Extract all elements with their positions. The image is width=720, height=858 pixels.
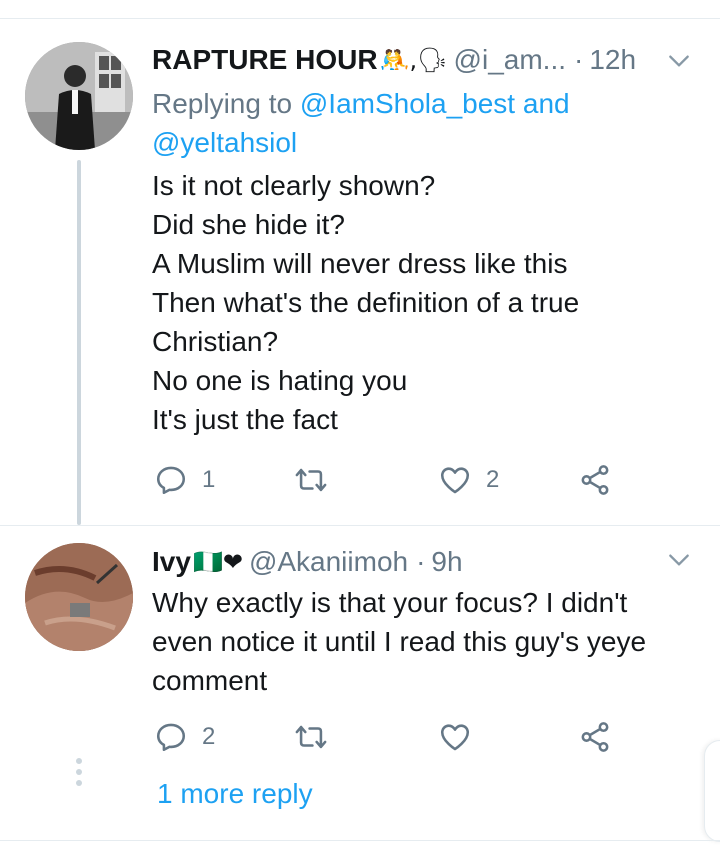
handle[interactable]: @i_am... — [454, 44, 566, 76]
tweet-line: Why exactly is that your focus? I didn't… — [152, 587, 647, 696]
avatar-image — [25, 543, 133, 651]
like-button[interactable] — [438, 717, 486, 757]
avatar[interactable] — [25, 42, 133, 150]
share-button[interactable] — [578, 717, 612, 757]
tweet-header: Ivy 🇳🇬❤ @Akaniimoh · 9h — [152, 542, 463, 582]
tweet-line: A Muslim will never dress like this — [152, 248, 568, 279]
chevron-down-icon[interactable] — [666, 48, 692, 74]
like-count: 2 — [486, 466, 500, 493]
retweet-icon — [295, 725, 327, 749]
tweet-rapture-hour[interactable]: RAPTURE HOUR 🤼,🗣 @i_am... · 12h Replying… — [0, 20, 720, 525]
more-replies-link[interactable]: 1 more reply — [157, 778, 313, 810]
thread-line — [77, 160, 81, 525]
tweet-text: Is it not clearly shown? Did she hide it… — [152, 166, 672, 439]
thread-continuation-dots — [76, 758, 82, 791]
share-icon — [581, 722, 609, 752]
reply-button[interactable]: 2 — [154, 717, 215, 757]
tweet-line: Then what's the definition of a true Chr… — [152, 287, 580, 357]
reply-icon — [156, 723, 186, 752]
chevron-down-icon[interactable] — [666, 547, 692, 573]
like-button[interactable]: 2 — [438, 460, 499, 500]
action-bar: 2 — [152, 717, 632, 757]
name-emoji: 🇳🇬❤ — [192, 548, 243, 576]
floating-compose-edge[interactable] — [704, 740, 720, 842]
reply-icon — [156, 466, 186, 495]
replying-prefix: Replying to — [152, 88, 293, 119]
name-emoji: 🤼,🗣 — [379, 46, 448, 74]
display-name[interactable]: RAPTURE HOUR — [152, 44, 378, 76]
tweet-ivy[interactable]: Ivy 🇳🇬❤ @Akaniimoh · 9h Why exactly is t… — [0, 525, 720, 840]
like-icon — [440, 724, 470, 751]
share-icon — [581, 465, 609, 495]
tweet-line: Is it not clearly shown? — [152, 170, 436, 201]
timestamp[interactable]: 12h — [589, 44, 636, 76]
avatar[interactable] — [25, 543, 133, 651]
replying-and[interactable]: and — [523, 88, 570, 119]
tweet-text: Why exactly is that your focus? I didn't… — [152, 583, 692, 700]
separator-dot: · — [416, 546, 426, 577]
reply-button[interactable]: 1 — [154, 460, 215, 500]
bottom-divider — [0, 840, 720, 841]
handle[interactable]: @Akaniimoh — [249, 546, 408, 578]
action-bar: 1 2 — [152, 460, 632, 500]
like-icon — [440, 467, 470, 494]
separator-dot: · — [574, 44, 584, 75]
avatar-image — [25, 42, 133, 150]
timestamp[interactable]: 9h — [431, 546, 462, 578]
tweet-header: RAPTURE HOUR 🤼,🗣 @i_am... · 12h — [152, 40, 636, 80]
reply-count: 2 — [202, 723, 216, 750]
tweet-line: Did she hide it? — [152, 209, 346, 240]
reply-count: 1 — [202, 466, 216, 493]
retweet-button[interactable] — [294, 717, 342, 757]
top-divider — [0, 18, 720, 19]
tweet-line: No one is hating you — [152, 365, 408, 396]
display-name[interactable]: Ivy — [152, 546, 191, 578]
retweet-icon — [295, 468, 327, 492]
mention-link[interactable]: @IamShola_best — [300, 88, 515, 119]
share-button[interactable] — [578, 460, 612, 500]
tweet-line: It's just the fact — [152, 404, 338, 435]
replying-to: Replying to @IamShola_best and @yeltahsi… — [152, 84, 622, 162]
mention-link[interactable]: @yeltahsiol — [152, 127, 297, 158]
retweet-button[interactable] — [294, 460, 342, 500]
